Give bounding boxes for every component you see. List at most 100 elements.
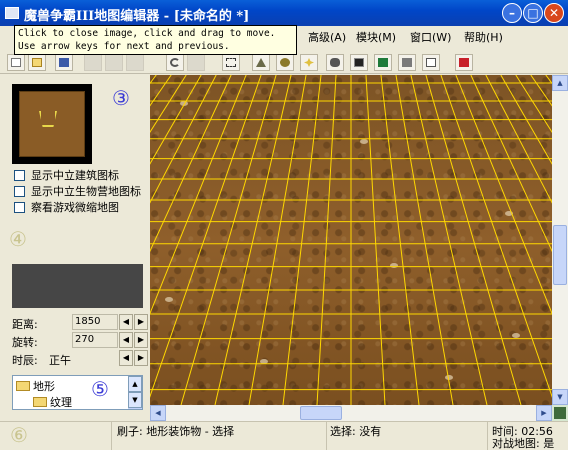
- grid-line-vertical: [180, 75, 277, 405]
- map-viewport[interactable]: [150, 75, 552, 405]
- minimize-button[interactable]: –: [502, 3, 522, 23]
- status-cell-time: 时间: 02:56 对战地图: 是: [488, 422, 568, 450]
- grid-line-vertical: [150, 75, 217, 204]
- checkbox-label: 显示中立建筑图标: [31, 169, 119, 181]
- checkbox-box[interactable]: [14, 170, 25, 181]
- time-of-day-field: 时辰: 正午 ◀ ▶: [12, 350, 152, 367]
- rotation-increase-button[interactable]: ▶: [134, 332, 148, 348]
- window-title: 魔兽争霸III地图编辑器 - [未命名的 *]: [24, 9, 250, 24]
- map-horizontal-scrollbar[interactable]: ◀ ▶: [150, 405, 552, 421]
- menu-help[interactable]: 帮助(H): [464, 29, 503, 45]
- grid-line-vertical: [500, 75, 552, 165]
- tree-scroll-down-button[interactable]: ▼: [128, 392, 142, 408]
- scroll-up-button[interactable]: ▲: [552, 75, 568, 91]
- tree-node-label: 地形: [33, 380, 55, 393]
- menu-module[interactable]: 模块(M): [356, 29, 396, 45]
- checkbox-game-minimap[interactable]: 察看游戏微缩地图: [14, 199, 150, 213]
- checkbox-box[interactable]: [14, 186, 25, 197]
- checkbox-neutral-buildings[interactable]: 显示中立建筑图标: [14, 167, 150, 181]
- status-melee-map: 对战地图: 是: [492, 437, 555, 450]
- horizontal-scroll-thumb[interactable]: [300, 406, 342, 420]
- time-of-day-label: 时辰:: [12, 354, 38, 367]
- select-icon[interactable]: [222, 54, 240, 71]
- cut-icon[interactable]: [84, 54, 102, 71]
- test-map-icon[interactable]: [455, 54, 473, 71]
- folder-icon: [16, 381, 30, 391]
- status-cell-annotation: ⑥: [0, 422, 112, 450]
- rotation-field: 旋转: 270 ◀ ▶: [12, 332, 152, 349]
- distance-field: 距离: 1850 ◀ ▶: [12, 314, 152, 331]
- grid-line-vertical: [485, 75, 552, 204]
- checkbox-label: 显示中立生物营地图标: [31, 185, 141, 197]
- grid-line-vertical: [150, 75, 172, 107]
- rotation-label: 旋转:: [12, 336, 38, 349]
- close-button[interactable]: ✕: [544, 3, 564, 23]
- status-brush: 刷子: 地形装饰物 - 选择: [117, 425, 235, 438]
- camera-preview: [12, 264, 143, 308]
- scroll-down-button[interactable]: ▼: [552, 389, 568, 405]
- scroll-right-button[interactable]: ▶: [536, 405, 552, 421]
- distance-decrease-button[interactable]: ◀: [119, 314, 133, 330]
- undo-icon[interactable]: [166, 54, 184, 71]
- grid-line-vertical: [425, 75, 522, 405]
- grid-line-vertical: [150, 75, 262, 398]
- rotation-value[interactable]: 270: [72, 332, 118, 348]
- annotation-3: ③: [112, 86, 130, 110]
- checkbox-creep-camps[interactable]: 显示中立生物营地图标: [14, 183, 150, 197]
- annotation-5: ⑤: [91, 377, 109, 401]
- distance-value[interactable]: 1850: [72, 314, 118, 330]
- grid-line-vertical: [380, 75, 420, 405]
- toolbar: [0, 52, 568, 74]
- menu-window[interactable]: 窗口(W): [410, 29, 451, 45]
- checkbox-box[interactable]: [14, 202, 25, 213]
- save-icon[interactable]: [55, 54, 73, 71]
- checkbox-label: 察看游戏微缩地图: [31, 201, 119, 213]
- new-icon[interactable]: [7, 54, 25, 71]
- scroll-left-button[interactable]: ◀: [150, 405, 166, 421]
- unit-palette-icon[interactable]: [300, 54, 318, 71]
- grid-line-vertical: [395, 75, 454, 405]
- maximize-button[interactable]: □: [523, 3, 543, 23]
- grid-line-vertical: [248, 75, 307, 405]
- grid-line-vertical: [150, 75, 202, 165]
- tree-node-label: 纹理: [50, 396, 72, 409]
- rotation-decrease-button[interactable]: ◀: [119, 332, 133, 348]
- doodad-palette-icon[interactable]: [276, 54, 294, 71]
- minimap[interactable]: [12, 84, 92, 164]
- tooltip-line-1: Click to close image, click and drag to …: [18, 28, 276, 39]
- status-bar: ⑥ 刷子: 地形装饰物 - 选择 选择: 没有 时间: 02:56 对战地图: …: [0, 421, 568, 450]
- time-decrease-button[interactable]: ◀: [119, 350, 133, 366]
- tree-scroll-up-button[interactable]: ▲: [128, 376, 142, 392]
- grid-line-vertical: [316, 75, 337, 405]
- grid-line-vertical: [440, 75, 552, 398]
- grid-line-vertical: [530, 75, 552, 107]
- region-palette-icon[interactable]: [326, 54, 344, 71]
- copy-icon[interactable]: [105, 54, 123, 71]
- title-bar[interactable]: 魔兽争霸III地图编辑器 - [未命名的 *] – □ ✕: [0, 0, 568, 26]
- terrain-palette-icon[interactable]: [252, 54, 270, 71]
- annotation-4: ④: [9, 227, 27, 251]
- redo-icon[interactable]: [187, 54, 205, 71]
- tree-node-terrain[interactable]: 地形: [16, 378, 55, 394]
- time-increase-button[interactable]: ▶: [134, 350, 148, 366]
- map-vertical-scrollbar[interactable]: ▲ ▼: [552, 75, 568, 405]
- folder-icon: [33, 397, 47, 407]
- menu-advanced[interactable]: 高级(A): [308, 29, 346, 45]
- grid-line-vertical: [282, 75, 322, 405]
- vertical-scroll-thumb[interactable]: [553, 225, 567, 285]
- sound-editor-icon[interactable]: [398, 54, 416, 71]
- tree-scrollbar[interactable]: ▲ ▼: [128, 376, 142, 409]
- tooltip-line-2: Use arrow keys for next and previous.: [18, 41, 230, 52]
- size-grip-icon[interactable]: [552, 405, 568, 421]
- app-icon: [5, 7, 19, 19]
- distance-increase-button[interactable]: ▶: [134, 314, 148, 330]
- tree-node-texture[interactable]: 纹理: [33, 394, 72, 410]
- paste-icon[interactable]: [126, 54, 144, 71]
- object-editor-icon[interactable]: [422, 54, 440, 71]
- open-icon[interactable]: [28, 54, 46, 71]
- trigger-editor-icon[interactable]: [374, 54, 392, 71]
- camera-palette-icon[interactable]: [350, 54, 368, 71]
- status-cell-brush: 刷子: 地形装饰物 - 选择: [112, 422, 327, 450]
- image-viewer-tooltip[interactable]: Click to close image, click and drag to …: [14, 25, 297, 55]
- palette-tree[interactable]: 地形 纹理 ⑤ ▲ ▼: [12, 375, 143, 410]
